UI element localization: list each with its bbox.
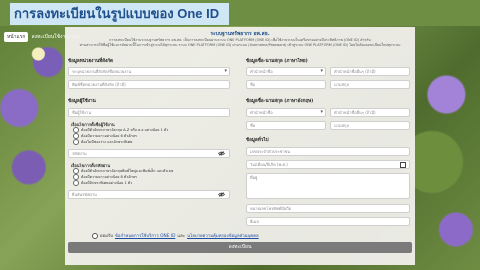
th-name-label: ข้อมูลชื่อ-นามสกุล (ภาษาไทย) bbox=[246, 59, 308, 64]
org-section-label: ข้อมูลหน่วยงานที่สังกัด bbox=[68, 59, 113, 64]
register-panel: ระบบฐานทรัพยากร อพ.สธ. การลงทะเบียนใช้งา… bbox=[65, 27, 415, 265]
calendar-icon[interactable] bbox=[400, 162, 406, 168]
id-card-input[interactable]: เลขประจำตัวประชาชน bbox=[246, 147, 410, 156]
en-title-other-input[interactable]: คำนำหน้าชื่ออื่นๆ (ถ้ามี) bbox=[330, 108, 410, 117]
page-title: การลงทะเบียนในรูปแบบของ One ID bbox=[10, 3, 230, 25]
en-lastname-input[interactable]: นามสกุล bbox=[330, 121, 410, 130]
birthdate-input[interactable]: วัน/เดือน/ปีเกิด (พ.ศ.) bbox=[246, 160, 410, 169]
top-bar: การลงทะเบียนในรูปแบบของ One ID bbox=[0, 0, 480, 26]
address-textarea[interactable]: ที่อยู่ bbox=[246, 173, 410, 199]
en-name-label: ข้อมูลชื่อ-นามสกุล (ภาษาอังกฤษ) bbox=[246, 99, 314, 104]
org-name-input[interactable]: พิมพ์ชื่อหน่วยงานที่สังกัด (ถ้ามี) bbox=[68, 80, 230, 89]
username-input[interactable]: ชื่อผู้ใช้งาน bbox=[68, 108, 230, 117]
th-title-other-input[interactable]: คำนำหน้าชื่ออื่นๆ (ถ้ามี) bbox=[330, 67, 410, 76]
terms-link[interactable]: ข้อกำหนดการใช้บริการ ONE ID bbox=[115, 232, 175, 239]
agree-terms: ยอมรับ ข้อกำหนดการใช้บริการ ONE ID และ น… bbox=[92, 232, 259, 239]
confirm-password-input[interactable]: ยืนยันรหัสผ่าน bbox=[68, 190, 230, 199]
user-section-label: ข้อมูลผู้ใช้งาน bbox=[68, 99, 96, 104]
en-firstname-input[interactable]: ชื่อ bbox=[246, 121, 326, 130]
email-input[interactable]: อีเมล bbox=[246, 217, 410, 226]
eye-slash-icon[interactable] bbox=[218, 151, 225, 156]
eye-slash-icon[interactable] bbox=[218, 192, 225, 197]
agree-prefix: ยอมรับ bbox=[100, 234, 113, 239]
username-rule-3: ต้องไม่มีช่องว่าง และอักขระพิเศษ bbox=[73, 139, 132, 145]
password-rule-3: ต้องมีอักขระพิเศษอย่างน้อย 1 ตัว bbox=[73, 180, 132, 186]
password-input[interactable]: รหัสผ่าน bbox=[68, 149, 230, 158]
register-button[interactable]: ลงทะเบียน bbox=[68, 242, 412, 253]
th-title-select[interactable]: คำนำหน้าชื่อ bbox=[246, 67, 326, 76]
general-info-label: ข้อมูลทั่วไป bbox=[246, 138, 269, 143]
th-lastname-input[interactable]: นามสกุล bbox=[330, 80, 410, 89]
privacy-link[interactable]: นโยบายความคุ้มครองข้อมูลส่วนบุคคล bbox=[187, 232, 259, 239]
org-select[interactable]: ระบุหน่วยงานที่สังกัด/ชื่อหน่วยงาน bbox=[68, 67, 230, 76]
agree-radio[interactable] bbox=[92, 232, 98, 239]
phone-input[interactable]: หมายเลขโทรศัพท์มือถือ bbox=[246, 204, 410, 213]
agree-mid: และ bbox=[177, 234, 186, 239]
breadcrumb-home[interactable]: หน้าแรก bbox=[4, 32, 29, 42]
en-title-select[interactable]: คำนำหน้าชื่อ bbox=[246, 108, 326, 117]
form-intro-2: ท่านสามารถใช้ชื่อผู้ใช้และรหัสผ่านนี้ในก… bbox=[79, 43, 401, 47]
th-firstname-input[interactable]: ชื่อ bbox=[246, 80, 326, 89]
